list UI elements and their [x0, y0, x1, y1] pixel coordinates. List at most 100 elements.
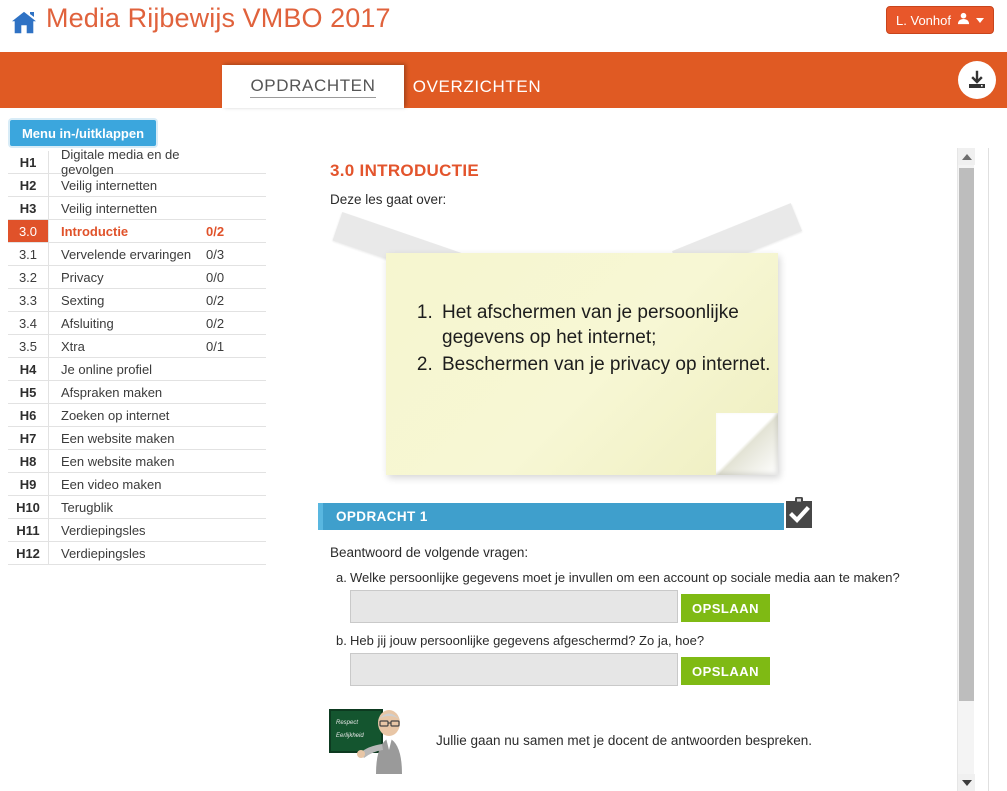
teacher-at-chalkboard-image: Respect Eerlijkheid — [326, 704, 422, 776]
top-header: Media Rijbewijs VMBO 2017 L. Vonhof — [0, 0, 1007, 52]
svg-text:Eerlijkheid: Eerlijkheid — [336, 733, 364, 739]
clipboard-check-icon — [782, 496, 816, 530]
sticky-note: Het afschermen van je persoonlijke gegev… — [386, 253, 778, 475]
sidebar-item-number: 3.5 — [8, 335, 49, 357]
answer-row: OPSLAAN — [330, 590, 958, 623]
sidebar-item-h5[interactable]: H5 Afspraken maken — [8, 381, 266, 404]
sidebar-menu-list: H1 Digitale media en de gevolgen H2 Veilig … — [8, 147, 266, 565]
question-text: b. Heb jij jouw persoonlijke gegevens afg… — [336, 633, 958, 648]
sidebar-item-h7[interactable]: H7 Een website maken — [8, 427, 266, 450]
sidebar-item-label: Privacy — [61, 269, 104, 285]
sidebar-item-number: H2 — [8, 174, 49, 196]
content-right-edge — [988, 148, 989, 791]
sidebar-item-score — [206, 197, 266, 219]
sidebar-item-h10[interactable]: H10 Terugblik — [8, 496, 266, 519]
question-body: Heb jij jouw persoonlijke gegevens afges… — [350, 633, 705, 648]
sidebar-item-score — [206, 496, 266, 518]
sticky-note-figure: Het afschermen van je persoonlijke gegev… — [328, 203, 828, 490]
svg-text:Respect: Respect — [336, 720, 358, 726]
assignment-bar-stripe — [318, 503, 323, 530]
sidebar-item-label: Verdiepingsles — [61, 522, 146, 538]
scroll-up-arrow-icon[interactable] — [958, 148, 975, 165]
question-block: a. Welke persoonlijke gegevens moet je in… — [330, 570, 958, 623]
user-menu-button[interactable]: L. Vonhof — [886, 6, 994, 34]
answer-textarea[interactable] — [350, 590, 678, 623]
sidebar-item-label: Veilig internetten — [61, 200, 158, 216]
tab-opdrachten-label: OPDRACHTEN — [250, 76, 376, 98]
main-content: 3.0 INTRODUCTIE Deze les gaat over: Het … — [318, 145, 958, 776]
user-icon — [957, 12, 970, 28]
teacher-footer-text: Jullie gaan nu samen met je docent de an… — [436, 732, 812, 748]
sidebar-item-number: H10 — [8, 496, 49, 518]
menu-toggle-button[interactable]: Menu in-/uitklappen — [8, 118, 158, 148]
save-answer-button[interactable]: OPSLAAN — [681, 657, 770, 685]
question-text: a. Welke persoonlijke gegevens moet je in… — [336, 570, 958, 585]
sidebar-item-number: H5 — [8, 381, 49, 403]
scroll-thumb[interactable] — [959, 168, 974, 701]
save-answer-button[interactable]: OPSLAAN — [681, 594, 770, 622]
assignment-header-bar: OPDRACHT 1 — [318, 497, 812, 530]
sidebar-item-label: Verdiepingsles — [61, 545, 146, 561]
question-letter: a. — [336, 570, 347, 585]
sidebar-item-3-2[interactable]: 3.2 Privacy 0/0 — [8, 266, 266, 289]
sidebar-item-h2[interactable]: H2 Veilig internetten — [8, 174, 266, 197]
tab-overzichten-label: OVERZICHTEN — [412, 76, 542, 96]
sidebar-item-h12[interactable]: H12 Verdiepingsles — [8, 542, 266, 565]
scroll-down-arrow-icon[interactable] — [958, 774, 975, 791]
sidebar-item-h4[interactable]: H4 Je online profiel — [8, 358, 266, 381]
sticky-note-list: Het afschermen van je persoonlijke gegev… — [414, 300, 778, 377]
home-icon[interactable] — [7, 8, 41, 38]
sidebar-item-number: H7 — [8, 427, 49, 449]
sidebar-item-number: 3.3 — [8, 289, 49, 311]
answer-row: OPSLAAN — [330, 653, 958, 686]
sidebar-item-label: Afspraken maken — [61, 384, 163, 400]
sidebar-item-number: 3.4 — [8, 312, 49, 334]
sidebar-item-3-1[interactable]: 3.1 Vervelende ervaringen 0/3 — [8, 243, 266, 266]
sidebar-item-label: Een website maken — [61, 453, 175, 469]
content-scrollbar[interactable] — [957, 148, 975, 791]
sidebar-item-h11[interactable]: H11 Verdiepingsles — [8, 519, 266, 542]
sidebar-item-label: Digitale media en de gevolgen — [61, 147, 180, 177]
download-button[interactable] — [958, 61, 996, 99]
tab-overzichten[interactable]: OVERZICHTEN — [412, 65, 542, 108]
sidebar-item-3-5[interactable]: 3.5 Xtra 0/1 — [8, 335, 266, 358]
sidebar-item-label: Terugblik — [61, 499, 114, 515]
sidebar-item-label: Sexting — [61, 292, 105, 308]
assignment-title: OPDRACHT 1 — [336, 509, 428, 524]
sticky-note-item: Het afschermen van je persoonlijke gegev… — [438, 300, 778, 351]
teacher-footer: Respect Eerlijkheid Jullie gaan nu samen… — [326, 704, 958, 776]
sidebar: Menu in-/uitklappen H1 Digitale media en … — [8, 118, 266, 565]
sidebar-item-3-3[interactable]: 3.3 Sexting 0/2 — [8, 289, 266, 312]
sidebar-item-number: H11 — [8, 519, 49, 541]
sidebar-item-h8[interactable]: H8 Een website maken — [8, 450, 266, 473]
sidebar-item-label: Zoeken op internet — [61, 407, 170, 423]
sidebar-item-label: Een website maken — [61, 430, 175, 446]
sidebar-item-score: 0/2 — [206, 292, 225, 308]
sidebar-item-h9[interactable]: H9 Een video maken — [8, 473, 266, 496]
sidebar-item-label: Veilig internetten — [61, 177, 158, 193]
sidebar-item-score — [206, 519, 266, 541]
questions-list: a. Welke persoonlijke gegevens moet je in… — [318, 570, 958, 686]
question-body: Welke persoonlijke gegevens moet je invu… — [350, 570, 900, 585]
sidebar-item-score — [206, 473, 266, 495]
user-menu-label: L. Vonhof — [896, 12, 951, 28]
answer-textarea[interactable] — [350, 653, 678, 686]
sidebar-item-3-0[interactable]: 3.0 Introductie 0/2 — [8, 220, 266, 243]
sidebar-item-number: H8 — [8, 450, 49, 472]
main-nav-band: OPDRACHTEN OVERZICHTEN — [0, 52, 1007, 108]
sidebar-item-label: Afsluiting — [61, 315, 114, 331]
sidebar-item-h3[interactable]: H3 Veilig internetten — [8, 197, 266, 220]
tab-opdrachten[interactable]: OPDRACHTEN — [222, 65, 404, 108]
sidebar-item-score — [206, 151, 266, 173]
sidebar-item-score — [206, 404, 266, 426]
sidebar-item-number: H12 — [8, 542, 49, 564]
sidebar-item-h6[interactable]: H6 Zoeken op internet — [8, 404, 266, 427]
sidebar-item-h1[interactable]: H1 Digitale media en de gevolgen — [8, 147, 266, 177]
sidebar-item-3-4[interactable]: 3.4 Afsluiting 0/2 — [8, 312, 266, 335]
sidebar-item-score: 0/0 — [206, 269, 225, 285]
sidebar-item-score — [206, 358, 266, 380]
sidebar-item-score: 0/2 — [206, 315, 225, 331]
sidebar-item-label: Een video maken — [61, 476, 162, 492]
sidebar-item-score — [206, 174, 266, 196]
sidebar-item-number: H4 — [8, 358, 49, 380]
